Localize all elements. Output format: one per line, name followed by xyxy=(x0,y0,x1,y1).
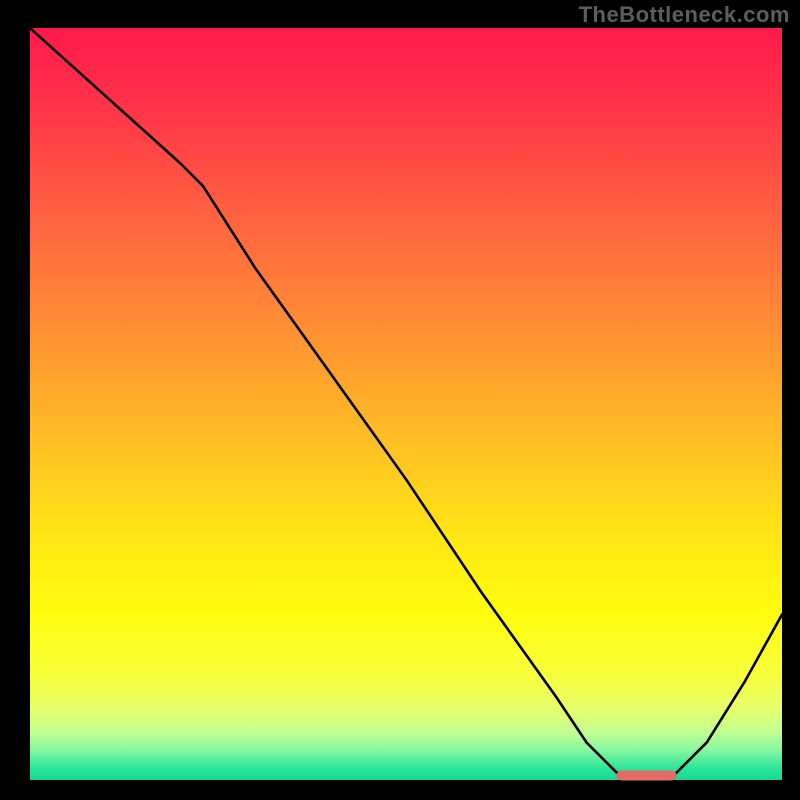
bottleneck-chart xyxy=(0,0,800,800)
optimal-range-indicator xyxy=(617,770,677,780)
plot-background-gradient xyxy=(30,28,782,780)
chart-container: { "watermark": "TheBottleneck.com", "col… xyxy=(0,0,800,800)
